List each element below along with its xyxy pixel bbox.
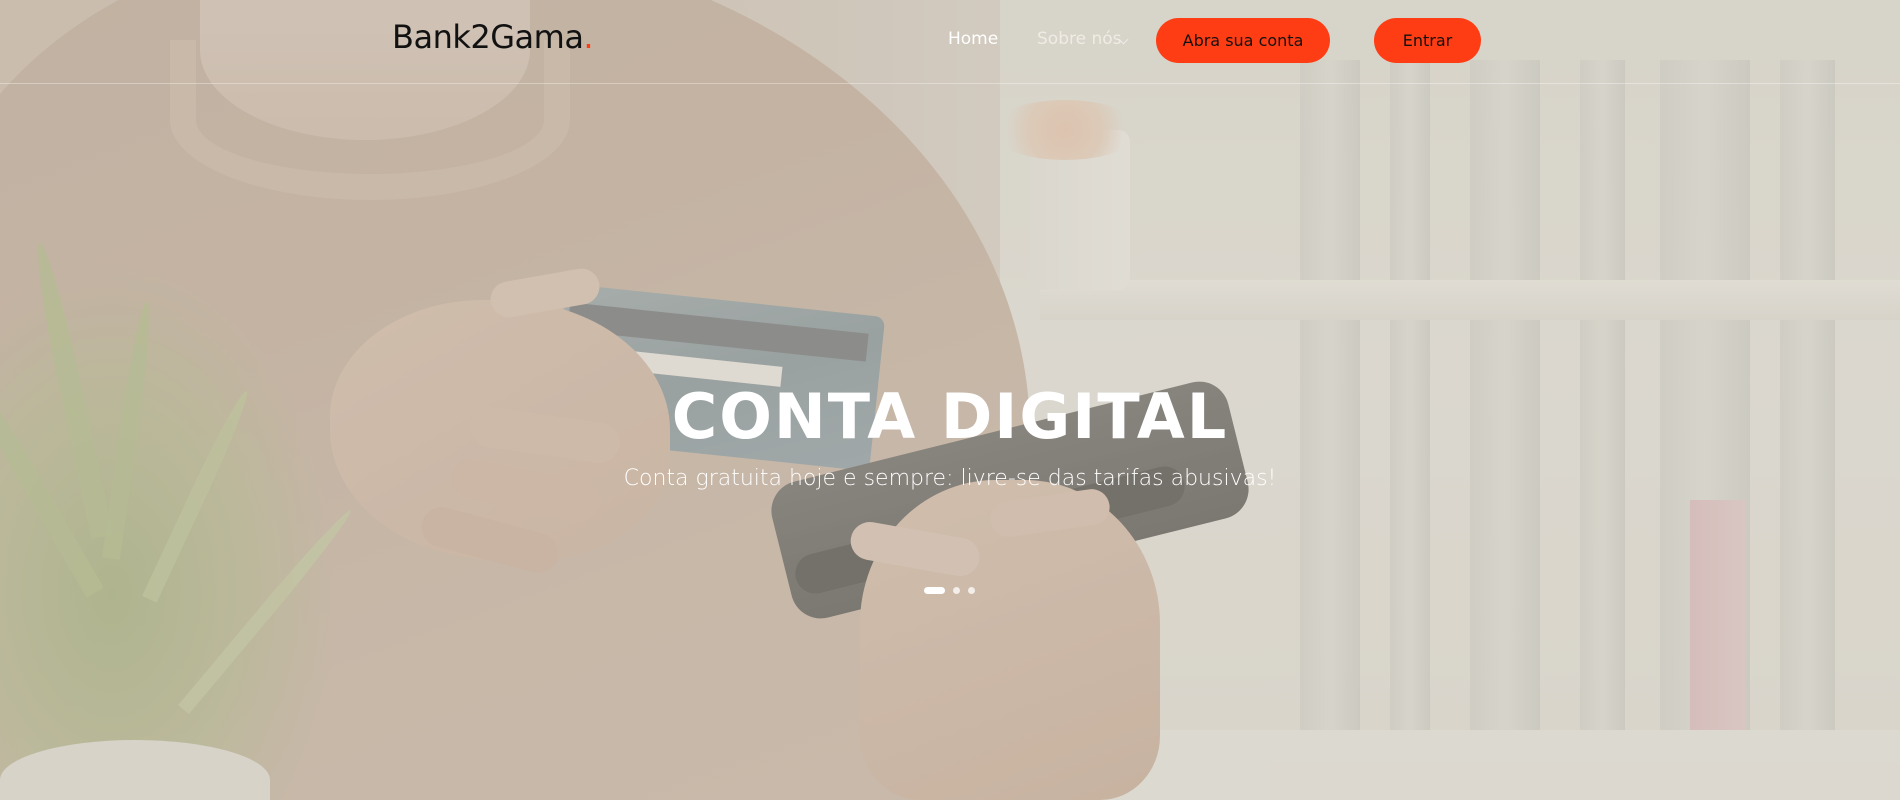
login-button[interactable]: Entrar — [1374, 18, 1481, 63]
open-account-button[interactable]: Abra sua conta — [1156, 18, 1330, 63]
nav-about-link[interactable]: Sobre nós — [1037, 29, 1122, 49]
brand-logo[interactable]: Bank2Gama. — [392, 18, 594, 56]
slider-dot-1[interactable] — [924, 586, 945, 594]
brand-name: Bank2Gama — [392, 18, 584, 56]
slider-dots — [924, 586, 975, 594]
site-header: Bank2Gama. Home Sobre nós Abra sua conta… — [0, 0, 1900, 84]
hero-subtitle: Conta gratuita hoje e sempre: livre-se d… — [623, 466, 1277, 491]
brand-logo-dot: . — [583, 18, 594, 56]
nav-home-link[interactable]: Home — [948, 29, 998, 49]
hero-title: CONTA DIGITAL — [671, 380, 1229, 453]
slider-dot-3[interactable] — [968, 586, 975, 594]
slider-dot-2[interactable] — [953, 586, 960, 594]
